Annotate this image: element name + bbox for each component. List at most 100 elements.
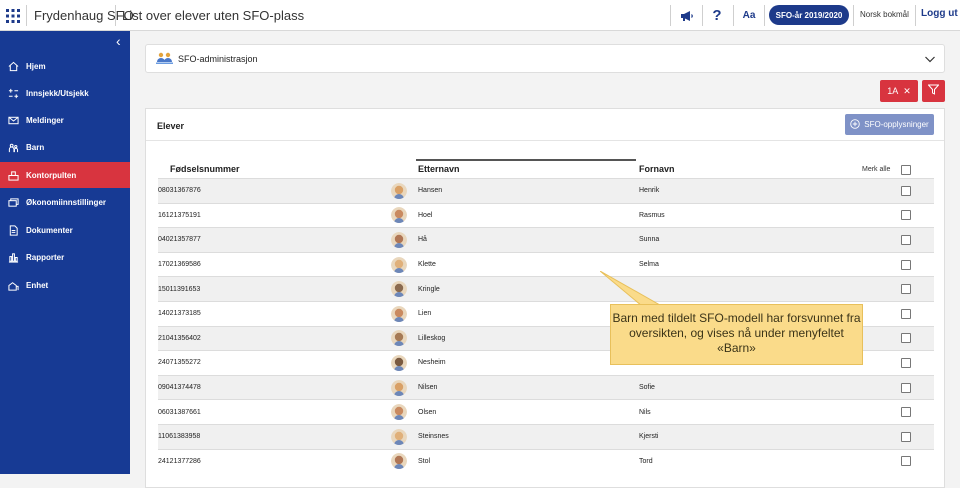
sfo-admin-accordion[interactable]: SFO-administrasjon <box>145 44 945 73</box>
sidebar-item-children[interactable]: Barn <box>0 134 130 160</box>
lastname-cell: Nesheim <box>418 359 446 367</box>
mail-icon <box>0 115 26 126</box>
ssn-cell: 24121377286 <box>158 457 201 465</box>
filter-button[interactable] <box>922 80 945 102</box>
sidebar-item-office[interactable]: Kontorpulten <box>0 162 130 188</box>
divider <box>702 5 703 26</box>
column-header-lastname[interactable]: Etternavn <box>418 164 460 174</box>
ssn-cell: 09041374478 <box>158 384 201 392</box>
column-header-firstname[interactable]: Fornavn <box>639 164 675 174</box>
table-row[interactable]: 04021357877 Hå Sunna <box>158 227 934 252</box>
ssn-cell: 15011391653 <box>158 285 201 293</box>
row-checkbox[interactable] <box>901 234 911 245</box>
table-row[interactable]: 17021369586 Klette Selma <box>158 251 934 277</box>
row-checkbox[interactable] <box>901 210 911 221</box>
sidebar-item-label: Barn <box>26 142 45 152</box>
sidebar-item-label: Meldinger <box>26 115 64 125</box>
avatar <box>391 330 407 347</box>
language-selector[interactable]: Norsk bokmål <box>860 10 909 19</box>
sidebar-item-label: Økonomiinnstillinger <box>26 197 107 207</box>
row-checkbox[interactable] <box>901 357 911 368</box>
avatar <box>391 207 407 224</box>
people-icon <box>156 51 174 70</box>
ssn-cell: 24071355272 <box>158 359 201 367</box>
lastname-cell: Stol <box>418 457 431 465</box>
column-header-ssn[interactable]: Fødselsnummer <box>170 164 240 174</box>
mark-all-checkbox[interactable] <box>901 165 911 175</box>
logout-button[interactable]: Logg ut <box>921 8 958 19</box>
ssn-cell: 08031367876 <box>158 187 201 195</box>
document-icon <box>0 224 26 236</box>
row-checkbox[interactable] <box>901 185 911 196</box>
firstname-cell: Selma <box>639 261 659 269</box>
sidebar-item-messages[interactable]: Meldinger <box>0 107 130 133</box>
row-checkbox[interactable] <box>901 284 911 295</box>
filter-tag-label: 1A <box>887 86 899 96</box>
lastname-cell: Nilsen <box>418 384 438 392</box>
divider <box>26 5 27 26</box>
help-button[interactable]: ? <box>704 0 730 31</box>
table-row[interactable]: 15011391653 Kringle <box>158 276 934 301</box>
sidebar-item-home[interactable]: Hjem <box>0 53 130 79</box>
avatar <box>391 305 407 322</box>
collapse-sidebar-icon[interactable]: ‹ <box>116 33 121 49</box>
announcement-icon[interactable] <box>674 0 700 31</box>
top-bar: Frydenhaug SFO List over elever uten SFO… <box>0 0 960 31</box>
divider <box>764 5 765 26</box>
sidebar-item-documents[interactable]: Dokumenter <box>0 217 130 243</box>
sfo-info-label: SFO-opplysninger <box>864 120 929 129</box>
table-row[interactable]: 08031367876 Hansen Henrik <box>158 178 934 203</box>
sidebar-item-economy[interactable]: Økonomiinnstillinger <box>0 189 130 215</box>
app-grid-icon[interactable] <box>0 0 26 31</box>
class-filter-tag[interactable]: 1A ✕ <box>880 80 918 102</box>
firstname-cell: Rasmus <box>639 211 665 219</box>
sort-indicator <box>416 159 636 161</box>
sidebar-item-unit[interactable]: Enhet <box>0 272 130 298</box>
divider <box>670 5 671 26</box>
table-row[interactable]: 06031387661 Olsen Nils <box>158 399 934 424</box>
lastname-cell: Klette <box>418 261 436 269</box>
row-checkbox[interactable] <box>901 259 911 270</box>
sidebar-item-label: Hjem <box>26 61 46 71</box>
row-checkbox[interactable] <box>901 456 911 467</box>
school-year-button[interactable]: SFO-år 2019/2020 <box>769 5 849 25</box>
divider <box>853 5 854 26</box>
font-size-button[interactable]: Aa <box>736 0 762 31</box>
checkin-icon <box>0 88 26 99</box>
sidebar-item-checkin[interactable]: Innsjekk/Utsjekk <box>0 80 130 106</box>
row-checkbox[interactable] <box>901 407 911 418</box>
divider <box>733 5 734 26</box>
ssn-cell: 17021369586 <box>158 261 201 269</box>
chart-icon <box>0 252 26 263</box>
sidebar: ‹ Hjem Innsjekk/Utsjekk Meldinger Barn K… <box>0 31 130 474</box>
lastname-cell: Lien <box>418 310 432 318</box>
row-checkbox[interactable] <box>901 333 911 344</box>
avatar <box>391 379 407 396</box>
row-checkbox[interactable] <box>901 431 911 442</box>
table-row[interactable]: 24121377286 Stol Tord <box>158 448 934 474</box>
avatar <box>391 182 407 199</box>
chevron-down-icon[interactable] <box>924 52 936 70</box>
callout-note: Barn med tildelt SFO-modell har forsvunn… <box>610 304 863 365</box>
avatar <box>391 231 407 248</box>
lastname-cell: Steinsnes <box>418 433 449 441</box>
sidebar-item-reports[interactable]: Rapporter <box>0 244 130 270</box>
table-row[interactable]: 09041374478 Nilsen Sofie <box>158 374 934 400</box>
avatar <box>391 281 407 298</box>
app-title: Frydenhaug SFO <box>34 8 134 23</box>
firstname-cell: Nils <box>639 408 651 416</box>
page-title: List over elever uten SFO-plass <box>122 8 305 23</box>
close-icon[interactable]: ✕ <box>903 86 911 97</box>
lastname-cell: Hoel <box>418 211 433 219</box>
sfo-info-button[interactable]: SFO-opplysninger <box>845 114 934 135</box>
sidebar-item-label: Dokumenter <box>26 225 73 235</box>
row-checkbox[interactable] <box>901 382 911 393</box>
row-checkbox[interactable] <box>901 308 911 319</box>
table-row[interactable]: 11061383958 Steinsnes Kjersti <box>158 423 934 449</box>
students-panel: Elever SFO-opplysninger Fødselsnummer Et… <box>145 108 945 488</box>
divider <box>146 140 944 141</box>
table-row[interactable]: 16121375191 Hoel Rasmus <box>158 202 934 228</box>
lastname-cell: Hansen <box>418 187 443 195</box>
avatar <box>391 354 407 371</box>
child-icon <box>0 142 26 153</box>
